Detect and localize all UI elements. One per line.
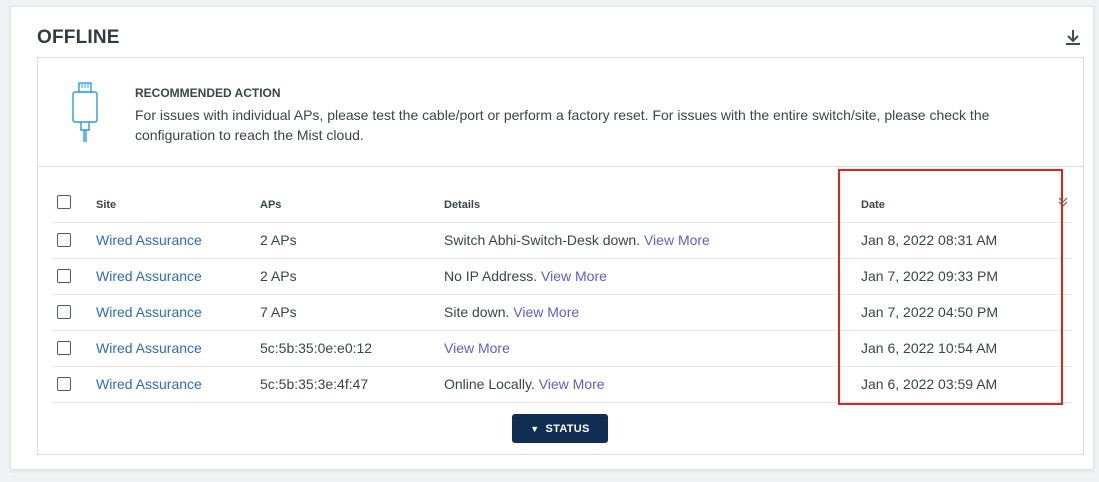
site-link[interactable]: Wired Assurance [96, 304, 202, 320]
date-value: Jan 6, 2022 10:54 AM [861, 340, 998, 356]
site-link[interactable]: Wired Assurance [96, 268, 202, 284]
row-checkbox[interactable] [57, 341, 71, 355]
ethernet-cable-icon [72, 82, 98, 142]
column-header-details[interactable]: Details [444, 199, 480, 211]
details-text: Switch Abhi-Switch-Desk down. [444, 232, 641, 248]
aps-value: 7 APs [260, 304, 297, 320]
column-header-date[interactable]: Date [861, 199, 885, 211]
details-text: Site down. [444, 304, 510, 320]
table-row: Wired Assurance 5c:5b:35:0e:e0:12 View M… [52, 331, 1072, 367]
panel-title: OFFLINE [37, 27, 120, 48]
aps-value: 2 APs [260, 232, 297, 248]
recommended-action-text: For issues with individual APs, please t… [135, 107, 990, 143]
row-checkbox[interactable] [57, 305, 71, 319]
table-row: Wired Assurance 2 APs Switch Abhi-Switch… [52, 223, 1072, 259]
site-link[interactable]: Wired Assurance [96, 340, 202, 356]
view-more-link[interactable]: View More [513, 304, 579, 320]
triangle-down-icon: ▼ [530, 423, 540, 434]
table-row: Wired Assurance 2 APs No IP Address. Vie… [52, 259, 1072, 295]
status-button-label: STATUS [545, 422, 590, 435]
date-value: Jan 7, 2022 04:50 PM [861, 304, 998, 320]
aps-value: 2 APs [260, 268, 297, 284]
details-text: Online Locally. [444, 376, 535, 392]
site-link[interactable]: Wired Assurance [96, 376, 202, 392]
table-header-row: Site APs Details Date [52, 185, 1072, 223]
column-header-aps[interactable]: APs [260, 199, 281, 211]
details-cell: View More [444, 340, 510, 356]
row-checkbox[interactable] [57, 233, 71, 247]
row-checkbox[interactable] [57, 377, 71, 391]
details-cell: Site down. View More [444, 304, 579, 320]
select-all-checkbox[interactable] [57, 195, 71, 209]
table-row: Wired Assurance 7 APs Site down. View Mo… [52, 295, 1072, 331]
date-value: Jan 6, 2022 03:59 AM [861, 376, 998, 392]
details-cell: Switch Abhi-Switch-Desk down. View More [444, 232, 710, 248]
view-more-link[interactable]: View More [644, 232, 710, 248]
aps-value: 5c:5b:35:0e:e0:12 [260, 340, 373, 356]
column-header-site[interactable]: Site [96, 199, 116, 211]
recommended-action-title: RECOMMENDED ACTION [135, 86, 281, 100]
details-cell: No IP Address. View More [444, 268, 607, 284]
date-value: Jan 8, 2022 08:31 AM [861, 232, 998, 248]
status-button[interactable]: ▼ STATUS [512, 414, 608, 443]
download-icon[interactable] [1063, 27, 1083, 47]
view-more-link[interactable]: View More [444, 340, 510, 356]
offline-table: Site APs Details Date Wired Assurance 2 … [52, 185, 1072, 403]
details-cell: Online Locally. View More [444, 376, 605, 392]
aps-value: 5c:5b:35:3e:4f:47 [260, 376, 369, 392]
double-chevron-down-icon[interactable] [1057, 195, 1069, 209]
site-link[interactable]: Wired Assurance [96, 232, 202, 248]
view-more-link[interactable]: View More [539, 376, 605, 392]
table-row: Wired Assurance 5c:5b:35:3e:4f:47 Online… [52, 367, 1072, 403]
row-checkbox[interactable] [57, 269, 71, 283]
details-text: No IP Address. [444, 268, 538, 284]
date-value: Jan 7, 2022 09:33 PM [861, 268, 998, 284]
view-more-link[interactable]: View More [541, 268, 607, 284]
offline-content: RECOMMENDED ACTION For issues with indiv… [37, 57, 1084, 455]
offline-panel: OFFLINE RECOMMENDED ACTION For issues wi… [10, 6, 1094, 470]
recommended-action: RECOMMENDED ACTION For issues with indiv… [38, 58, 1083, 167]
